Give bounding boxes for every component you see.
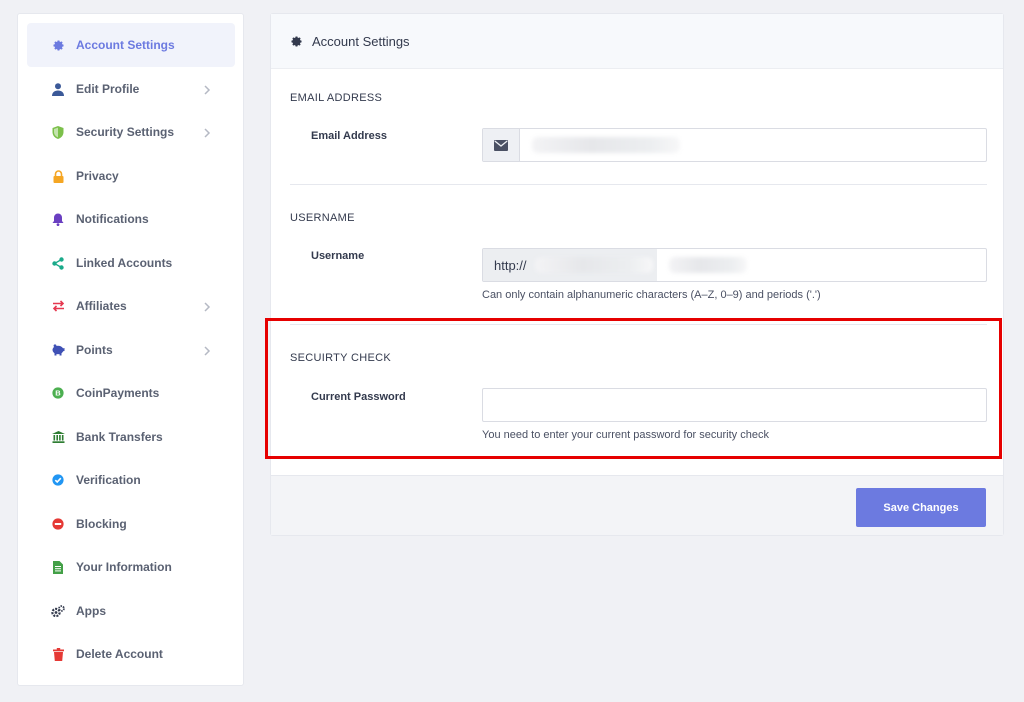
check-badge-icon <box>51 473 65 487</box>
sidebar-item-blocking[interactable]: Blocking <box>27 502 235 546</box>
bell-icon <box>51 212 65 226</box>
sidebar-item-label: Delete Account <box>76 647 163 661</box>
username-prefix: http:// <box>483 249 657 281</box>
username-section-title: USERNAME <box>290 212 355 224</box>
sidebar-item-label: Account Settings <box>76 38 175 52</box>
sidebar-item-security-settings[interactable]: Security Settings <box>27 110 235 154</box>
divider <box>290 184 987 185</box>
username-label: Username <box>311 250 365 262</box>
username-help-text: Can only contain alphanumeric characters… <box>482 289 821 301</box>
sidebar-item-label: Points <box>76 343 113 357</box>
exchange-icon <box>51 299 65 313</box>
sidebar-item-label: Security Settings <box>76 125 175 139</box>
sidebar-item-label: Bank Transfers <box>76 430 163 444</box>
sidebar-item-apps[interactable]: Apps <box>27 589 235 633</box>
chevron-right-icon <box>201 83 213 95</box>
sidebar-item-verification[interactable]: Verification <box>27 458 235 502</box>
sidebar-item-label: Linked Accounts <box>76 256 173 270</box>
sidebar-item-coinpayments[interactable]: B CoinPayments <box>27 371 235 415</box>
email-label: Email Address <box>311 130 388 142</box>
sidebar-item-linked-accounts[interactable]: Linked Accounts <box>27 241 235 285</box>
sidebar-item-label: Apps <box>76 604 106 618</box>
panel-footer: Save Changes <box>271 475 1003 535</box>
document-icon <box>51 560 65 574</box>
sidebar-item-points[interactable]: Points <box>27 328 235 372</box>
sidebar-item-notifications[interactable]: Notifications <box>27 197 235 241</box>
email-field[interactable] <box>482 128 987 162</box>
sidebar-item-label: Privacy <box>76 169 119 183</box>
email-section-title: EMAIL ADDRESS <box>290 92 383 104</box>
highlight-box <box>265 318 1002 459</box>
redacted-username <box>669 257 747 273</box>
bank-icon <box>51 430 65 444</box>
settings-sidebar: Account Settings Edit Profile Security S… <box>17 13 244 686</box>
share-icon <box>51 256 65 270</box>
panel-header: Account Settings <box>271 14 1003 69</box>
sidebar-item-label: CoinPayments <box>76 386 160 400</box>
sidebar-item-edit-profile[interactable]: Edit Profile <box>27 67 235 111</box>
sidebar-item-label: Affiliates <box>76 299 127 313</box>
sidebar-item-label: Edit Profile <box>76 82 140 96</box>
sidebar-item-account-settings[interactable]: Account Settings <box>27 23 235 67</box>
sidebar-item-delete-account[interactable]: Delete Account <box>27 632 235 676</box>
sidebar-item-affiliates[interactable]: Affiliates <box>27 284 235 328</box>
page-title: Account Settings <box>312 33 410 49</box>
sidebar-item-label: Your Information <box>76 560 172 574</box>
chevron-right-icon <box>201 300 213 312</box>
piggy-bank-icon <box>51 343 65 357</box>
url-prefix: http:// <box>494 257 527 273</box>
trash-icon <box>51 647 65 661</box>
redacted-email <box>532 137 680 153</box>
svg-text:B: B <box>55 389 61 398</box>
gear-icon <box>51 38 65 52</box>
sidebar-item-label: Blocking <box>76 517 127 531</box>
sidebar-item-label: Notifications <box>76 212 149 226</box>
shield-icon <box>51 125 65 139</box>
sidebar-item-bank-transfers[interactable]: Bank Transfers <box>27 415 235 459</box>
email-value <box>520 129 986 161</box>
gears-icon <box>51 604 65 618</box>
username-value <box>657 249 986 281</box>
sidebar-item-privacy[interactable]: Privacy <box>27 154 235 198</box>
save-changes-button[interactable]: Save Changes <box>856 488 986 527</box>
redacted-prefix <box>534 257 653 273</box>
user-icon <box>51 82 65 96</box>
username-field[interactable]: http:// <box>482 248 987 282</box>
envelope-icon <box>483 129 520 161</box>
lock-icon <box>51 169 65 183</box>
chevron-right-icon <box>201 344 213 356</box>
gear-icon <box>290 34 304 48</box>
coin-icon: B <box>51 386 65 400</box>
chevron-right-icon <box>201 126 213 138</box>
block-icon <box>51 517 65 531</box>
sidebar-item-label: Verification <box>76 473 141 487</box>
sidebar-item-your-information[interactable]: Your Information <box>27 545 235 589</box>
